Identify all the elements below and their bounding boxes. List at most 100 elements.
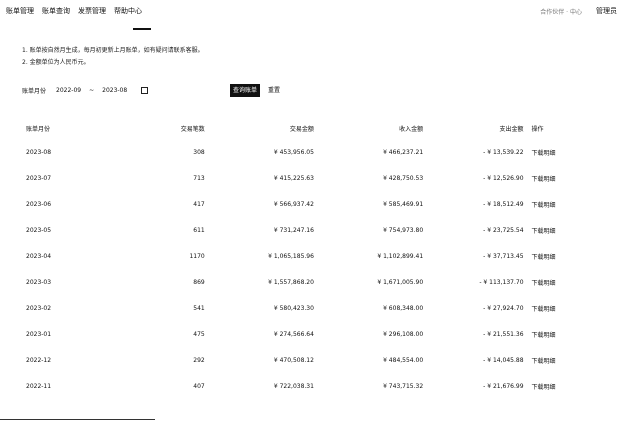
cell-count: 713: [193, 174, 205, 182]
cell-month: 2023-05: [26, 226, 52, 234]
table-body: 2023-08 308 ¥ 453,956.05 ¥ 466,237.21 - ¥ 13…: [22, 139, 582, 399]
download-detail-link[interactable]: 下载明细: [528, 243, 582, 269]
note-line: 2. 金额单位为人民币元。: [22, 59, 90, 66]
cell-expense: - ¥ 27,924.70: [483, 304, 524, 312]
cell-income: ¥ 428,750.53: [383, 174, 424, 182]
nav-item-invoice[interactable]: 发票管理: [78, 6, 106, 16]
cell-expense: - ¥ 23,725.54: [483, 226, 524, 234]
col-income: 收入金额: [399, 125, 424, 133]
cell-amount: ¥ 453,956.05: [273, 148, 314, 156]
col-expense: 支出金额: [499, 125, 524, 133]
col-action: 操作: [531, 125, 544, 133]
cell-expense: - ¥ 18,512.49: [483, 200, 524, 208]
cell-count: 417: [193, 200, 205, 208]
calendar-icon[interactable]: [141, 87, 149, 94]
top-bar: 账单管理 账单查询 发票管理 帮助中心 合作伙伴 · 中心 管理员: [0, 0, 625, 22]
cell-count: 1170: [189, 252, 205, 260]
download-detail-link[interactable]: 下载明细: [528, 191, 582, 217]
cell-amount: ¥ 1,557,868.20: [268, 278, 314, 286]
download-detail-link[interactable]: 下载明细: [528, 139, 582, 165]
cell-count: 611: [193, 226, 205, 234]
cell-amount: ¥ 415,225.63: [273, 174, 314, 182]
bill-table: 账单月份 交易笔数 交易金额 收入金额 支出金额 操作 2023-08 308 ¥ …: [22, 117, 582, 399]
bottom-divider: [0, 419, 155, 420]
end-month[interactable]: 2023-08: [102, 87, 127, 94]
cell-expense: - ¥ 14,045.88: [483, 356, 524, 364]
cell-income: ¥ 585,469.91: [383, 200, 424, 208]
table-row: 2023-08 308 ¥ 453,956.05 ¥ 466,237.21 - ¥ 13…: [22, 139, 582, 165]
cell-count: 292: [193, 356, 205, 364]
nav-item-help[interactable]: 帮助中心: [114, 6, 142, 16]
cell-amount: ¥ 566,937.42: [273, 200, 314, 208]
nav-item-bill-query[interactable]: 账单查询: [42, 6, 70, 16]
start-month[interactable]: 2022-09: [56, 87, 81, 94]
notes: 1. 账单按自然月生成，每月初更新上月账单，如有疑问请联系客服。 2. 金额单位…: [22, 45, 204, 69]
cell-expense: - ¥ 13,539.22: [483, 148, 524, 156]
download-detail-link[interactable]: 下载明细: [528, 217, 582, 243]
reset-button[interactable]: 重置: [268, 84, 280, 97]
filter-label: 账单月份: [22, 88, 47, 95]
table-row: 2023-02 541 ¥ 580,423.30 ¥ 608,348.00 - ¥ 27…: [22, 295, 582, 321]
cell-month: 2022-12: [26, 356, 52, 364]
cell-month: 2023-03: [26, 278, 52, 286]
cell-expense: - ¥ 21,676.99: [483, 382, 524, 390]
cell-income: ¥ 754,973.80: [383, 226, 424, 234]
cell-count: 308: [193, 148, 205, 156]
cell-income: ¥ 1,671,005.90: [377, 278, 424, 286]
download-detail-link[interactable]: 下载明细: [528, 321, 582, 347]
cell-expense: - ¥ 21,551.36: [483, 330, 524, 338]
cell-income: ¥ 484,554.00: [383, 356, 424, 364]
cell-amount: ¥ 580,423.30: [273, 304, 314, 312]
table-row: 2023-05 611 ¥ 731,247.16 ¥ 754,973.80 - ¥ 23…: [22, 217, 582, 243]
user-menu[interactable]: 管理员: [596, 6, 617, 16]
table-row: 2023-06 417 ¥ 566,937.42 ¥ 585,469.91 - ¥ 18…: [22, 191, 582, 217]
note-line: 1. 账单按自然月生成，每月初更新上月账单，如有疑问请联系客服。: [22, 47, 204, 54]
cell-month: 2023-04: [26, 252, 52, 260]
cell-expense: - ¥ 12,526.90: [483, 174, 524, 182]
col-count: 交易笔数: [180, 125, 205, 133]
table-row: 2023-04 1170 ¥ 1,065,185.96 ¥ 1,102,899.41 -…: [22, 243, 582, 269]
query-button[interactable]: 查询账单: [230, 84, 261, 97]
cell-income: ¥ 1,102,899.41: [377, 252, 424, 260]
partner-center-link[interactable]: 合作伙伴 · 中心: [540, 7, 582, 16]
cell-income: ¥ 296,108.00: [383, 330, 424, 338]
nav-item-bill-management[interactable]: 账单管理: [6, 6, 34, 16]
download-detail-link[interactable]: 下载明细: [528, 165, 582, 191]
cell-count: 475: [193, 330, 205, 338]
top-right-area: 合作伙伴 · 中心 管理员: [540, 6, 617, 16]
cell-income: ¥ 743,715.32: [383, 382, 424, 390]
col-amount: 交易金额: [289, 125, 314, 133]
table-row: 2023-03 869 ¥ 1,557,868.20 ¥ 1,671,005.90 - …: [22, 269, 582, 295]
table-header-row: 账单月份 交易笔数 交易金额 收入金额 支出金额 操作: [22, 117, 582, 139]
download-detail-link[interactable]: 下载明细: [528, 269, 582, 295]
download-detail-link[interactable]: 下载明细: [528, 373, 582, 399]
download-detail-link[interactable]: 下载明细: [528, 295, 582, 321]
cell-amount: ¥ 722,038.31: [273, 382, 314, 390]
cell-count: 869: [193, 278, 205, 286]
active-nav-indicator: [133, 28, 151, 30]
top-nav: 账单管理 账单查询 发票管理 帮助中心: [6, 6, 142, 16]
table-row: 2022-11 407 ¥ 722,038.31 ¥ 743,715.32 - ¥ 21…: [22, 373, 582, 399]
table-row: 2022-12 292 ¥ 470,508.12 ¥ 484,554.00 - ¥ 14…: [22, 347, 582, 373]
cell-amount: ¥ 731,247.16: [273, 226, 314, 234]
cell-month: 2023-06: [26, 200, 52, 208]
cell-amount: ¥ 274,566.64: [273, 330, 314, 338]
cell-income: ¥ 608,348.00: [383, 304, 424, 312]
cell-expense: - ¥ 37,713.45: [483, 252, 524, 260]
col-month: 账单月份: [26, 125, 51, 133]
cell-month: 2023-08: [26, 148, 52, 156]
cell-month: 2023-02: [26, 304, 52, 312]
table-row: 2023-01 475 ¥ 274,566.64 ¥ 296,108.00 - ¥ 21…: [22, 321, 582, 347]
download-detail-link[interactable]: 下载明细: [528, 347, 582, 373]
date-filter: 账单月份 2022-09 ~ 2023-08: [22, 86, 150, 95]
cell-month: 2023-07: [26, 174, 52, 182]
cell-amount: ¥ 1,065,185.96: [268, 252, 314, 260]
cell-month: 2022-11: [26, 382, 52, 390]
date-range-picker[interactable]: 2022-09 ~ 2023-08: [54, 87, 150, 94]
cell-month: 2023-01: [26, 330, 52, 338]
cell-count: 541: [193, 304, 205, 312]
table-row: 2023-07 713 ¥ 415,225.63 ¥ 428,750.53 - ¥ 12…: [22, 165, 582, 191]
cell-income: ¥ 466,237.21: [383, 148, 424, 156]
range-separator: ~: [89, 87, 95, 94]
cell-amount: ¥ 470,508.12: [273, 356, 314, 364]
